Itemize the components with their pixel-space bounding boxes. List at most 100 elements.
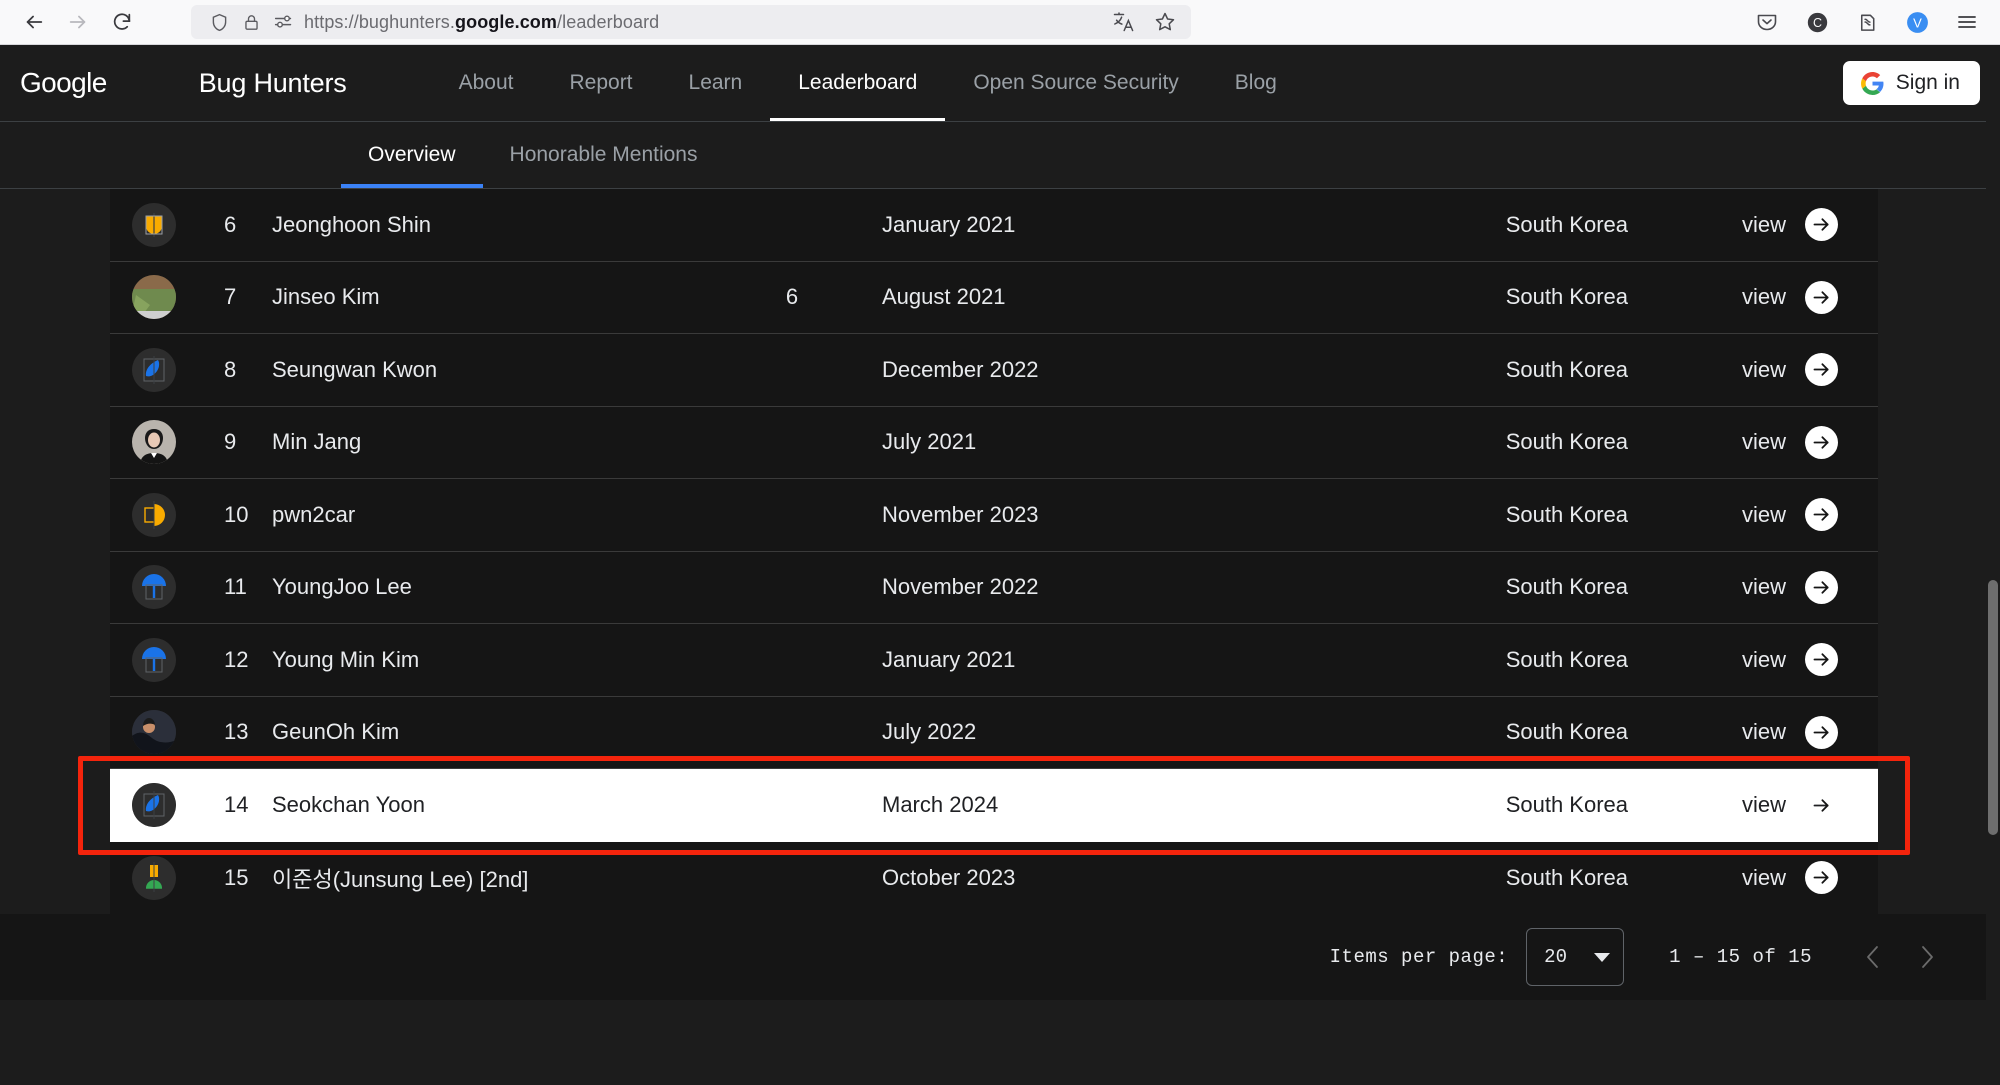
nav-item-about[interactable]: About <box>431 45 542 121</box>
view-cell[interactable]: view <box>1628 425 1878 459</box>
nav-item-open-source-security[interactable]: Open Source Security <box>945 45 1206 121</box>
next-page-button[interactable] <box>1914 942 1940 972</box>
permissions-icon[interactable] <box>273 13 294 31</box>
view-arrow-button[interactable] <box>1805 570 1838 604</box>
view-cell[interactable]: view <box>1628 280 1878 314</box>
nav-item-learn[interactable]: Learn <box>661 45 771 121</box>
nav-item-blog[interactable]: Blog <box>1207 45 1305 121</box>
pocket-icon[interactable] <box>1754 9 1780 35</box>
date-cell: March 2024 <box>882 792 999 818</box>
avatar <box>132 275 176 320</box>
country-cell: South Korea <box>1505 646 1628 672</box>
reload-button[interactable] <box>102 4 142 40</box>
view-cell[interactable]: view <box>1628 208 1878 242</box>
hunter-name-cell: YoungJoo Lee <box>272 574 412 600</box>
view-link[interactable]: view <box>1742 719 1786 745</box>
view-arrow-button[interactable] <box>1805 425 1838 459</box>
table-row[interactable]: 6 Jeonghoon Shin January 2021 South Kore… <box>110 189 1878 262</box>
view-arrow-button[interactable] <box>1805 643 1838 677</box>
leaderboard-container: 6 Jeonghoon Shin January 2021 South Kore… <box>0 189 2000 1000</box>
view-link[interactable]: view <box>1742 429 1786 455</box>
view-link[interactable]: view <box>1742 647 1786 673</box>
view-link[interactable]: view <box>1742 357 1786 383</box>
date-cell: January 2021 <box>882 646 1016 672</box>
view-cell[interactable]: view <box>1628 353 1878 387</box>
rank-cell: 7 <box>224 284 237 310</box>
view-cell[interactable]: view <box>1628 861 1878 895</box>
extension-icon[interactable] <box>1854 9 1880 35</box>
sign-in-button[interactable]: Sign in <box>1842 61 1980 105</box>
date-cell: August 2021 <box>882 284 1006 310</box>
hunter-name-cell: Seokchan Yoon <box>272 792 425 818</box>
view-link[interactable]: view <box>1742 212 1786 238</box>
tab-honorable-mentions[interactable]: Honorable Mentions <box>483 122 725 188</box>
table-row[interactable]: 10 pwn2car November 2023 South Korea vie… <box>110 479 1878 552</box>
forward-button[interactable] <box>58 4 98 40</box>
page-scrollbar[interactable] <box>1986 45 2000 1085</box>
arrow-right-icon <box>1813 436 1829 449</box>
view-link[interactable]: view <box>1742 574 1786 600</box>
pagination-arrows <box>1860 942 1940 972</box>
arrow-right-icon <box>1813 363 1829 376</box>
country-cell: South Korea <box>1505 501 1628 527</box>
leaderboard-table: 6 Jeonghoon Shin January 2021 South Kore… <box>110 189 1878 914</box>
view-arrow-button[interactable] <box>1805 280 1838 314</box>
table-row[interactable]: 11 YoungJoo Lee November 2022 South Kore… <box>110 552 1878 624</box>
nav-item-report[interactable]: Report <box>541 45 660 121</box>
hunter-name-cell: Jinseo Kim <box>272 284 380 310</box>
container-icon[interactable]: C <box>1804 9 1830 35</box>
hunter-name-cell: Min Jang <box>272 429 362 455</box>
nav-item-leaderboard[interactable]: Leaderboard <box>770 45 946 121</box>
view-link[interactable]: view <box>1742 502 1786 528</box>
view-arrow-button[interactable] <box>1805 789 1838 822</box>
view-cell[interactable]: view <box>1628 789 1878 822</box>
pagination-bar: Items per page: 20 1 – 15 of 15 <box>0 914 2000 1000</box>
view-arrow-button[interactable] <box>1805 498 1838 532</box>
avatar <box>132 202 176 247</box>
view-arrow-button[interactable] <box>1805 353 1838 387</box>
previous-page-button[interactable] <box>1860 942 1886 972</box>
avatar <box>132 347 176 392</box>
view-link[interactable]: view <box>1742 865 1786 891</box>
tab-overview[interactable]: Overview <box>341 122 483 188</box>
view-cell[interactable]: view <box>1628 643 1878 677</box>
table-row[interactable]: 14 Seokchan Yoon March 2024 South Korea … <box>110 769 1878 842</box>
main-navigation: About Report Learn Leaderboard Open Sour… <box>431 45 1305 121</box>
table-row[interactable]: 8 Seungwan Kwon December 2022 South Kore… <box>110 334 1878 407</box>
view-cell[interactable]: view <box>1628 715 1878 749</box>
back-button[interactable] <box>14 4 54 40</box>
table-row[interactable]: 7 Jinseo Kim 6 August 2021 South Korea v… <box>110 262 1878 334</box>
star-bookmark-icon[interactable] <box>1153 10 1177 34</box>
url-text: https://bughunters.google.com/leaderboar… <box>304 11 660 32</box>
address-bar-icons <box>201 12 304 33</box>
date-cell: January 2021 <box>882 211 1016 237</box>
profile-icon[interactable]: V <box>1904 9 1930 35</box>
table-row[interactable]: 9 Min Jang July 2021 South Korea view <box>110 407 1878 479</box>
arrow-right-icon <box>1813 871 1829 884</box>
rank-cell: 6 <box>224 211 237 237</box>
view-arrow-button[interactable] <box>1805 208 1838 242</box>
items-per-page-select[interactable]: 20 <box>1526 928 1625 986</box>
points-cell: 6 <box>785 284 799 310</box>
view-cell[interactable]: view <box>1628 498 1878 532</box>
product-name[interactable]: Bug Hunters <box>199 68 347 99</box>
scrollbar-thumb[interactable] <box>1988 580 1998 835</box>
google-wordmark[interactable]: Google <box>20 67 107 99</box>
chevron-right-icon <box>1922 946 1933 968</box>
forward-arrow-icon <box>69 15 86 29</box>
address-bar[interactable]: https://bughunters.google.com/leaderboar… <box>191 5 1191 39</box>
table-row[interactable]: 12 Young Min Kim January 2021 South Kore… <box>110 624 1878 697</box>
view-link[interactable]: view <box>1742 284 1786 310</box>
view-arrow-button[interactable] <box>1805 715 1838 749</box>
hamburger-menu-icon[interactable] <box>1954 9 1980 35</box>
rank-cell: 13 <box>224 719 249 745</box>
view-link[interactable]: view <box>1742 792 1786 818</box>
table-row[interactable]: 15 이준성(Junsung Lee) [2nd] October 2023 S… <box>110 842 1878 915</box>
translate-icon[interactable] <box>1112 10 1136 34</box>
shield-icon[interactable] <box>209 12 230 33</box>
view-cell[interactable]: view <box>1628 570 1878 604</box>
arrow-right-icon <box>1813 799 1829 812</box>
table-row[interactable]: 13 GeunOh Kim July 2022 South Korea view <box>110 697 1878 769</box>
view-arrow-button[interactable] <box>1805 861 1838 895</box>
padlock-icon[interactable] <box>242 13 261 32</box>
